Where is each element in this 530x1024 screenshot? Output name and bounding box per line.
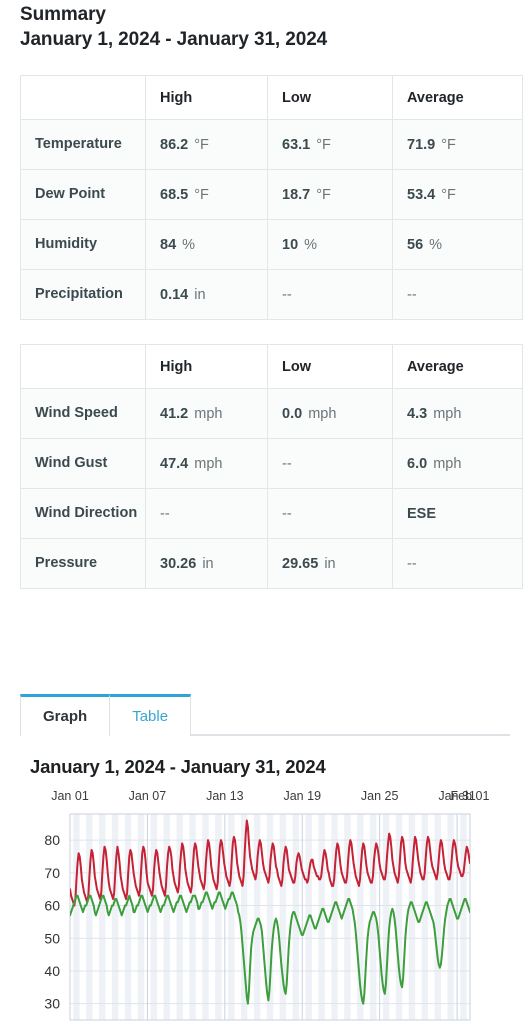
cell-value: ESE bbox=[392, 488, 523, 539]
x-tick-labels: Jan 01 Jan 07 Jan 13 Jan 19 Jan 25 Jan 31Feb … bbox=[51, 789, 489, 803]
cell-value: 10 % bbox=[267, 219, 393, 270]
cell-value: 86.2 °F bbox=[145, 119, 268, 170]
cell-no-data: -- bbox=[267, 438, 393, 489]
col-header-low: Low bbox=[267, 75, 393, 120]
x-tick-label: Jan 01 bbox=[51, 789, 89, 803]
y-tick-label: 40 bbox=[44, 963, 60, 979]
cell-value: 0.14 in bbox=[145, 269, 268, 320]
tab-graph-label: Graph bbox=[43, 708, 88, 725]
view-tabs: Graph Table bbox=[20, 694, 510, 736]
row-label: Humidity bbox=[20, 219, 146, 270]
table-row: Humidity 84 % 10 % 56 % bbox=[20, 219, 523, 270]
cell-value: 6.0 mph bbox=[392, 438, 523, 489]
chart-svg: 30 40 50 60 70 80 Jan 01 Jan 07 Jan 13 Jan 19 Jan … bbox=[44, 789, 490, 1021]
tab-graph[interactable]: Graph bbox=[20, 694, 111, 736]
col-header-average: Average bbox=[392, 344, 523, 389]
x-tick-label: Jan 13 bbox=[206, 789, 244, 803]
summary-label: Summary bbox=[20, 4, 106, 25]
y-tick-label: 50 bbox=[44, 930, 60, 946]
cell-no-data: -- bbox=[392, 269, 523, 320]
row-label: Precipitation bbox=[20, 269, 146, 320]
row-label: Temperature bbox=[20, 119, 146, 170]
x-tick-label: Jan 07 bbox=[129, 789, 167, 803]
row-label: Dew Point bbox=[20, 169, 146, 220]
summary-wind-body: Wind Speed 41.2 mph 0.0 mph 4.3 mph Wind Gus… bbox=[20, 388, 523, 589]
cell-value: 68.5 °F bbox=[145, 169, 268, 220]
cell-value: 29.65 in bbox=[267, 538, 393, 589]
cell-no-data: -- bbox=[267, 488, 393, 539]
col-header-blank bbox=[20, 344, 146, 389]
y-tick-label: 80 bbox=[44, 832, 60, 848]
x-tick-label: Feb 01 bbox=[451, 789, 490, 803]
y-tick-label: 60 bbox=[44, 898, 60, 914]
cell-value: 53.4 °F bbox=[392, 169, 523, 220]
cell-value: 4.3 mph bbox=[392, 388, 523, 439]
cell-value: 18.7 °F bbox=[267, 169, 393, 220]
tab-table-label: Table bbox=[132, 708, 169, 725]
cell-value: 84 % bbox=[145, 219, 268, 270]
table-row: Wind Direction -- -- ESE bbox=[20, 488, 523, 539]
y-tick-label: 30 bbox=[44, 996, 60, 1012]
table-row: Temperature 86.2 °F 63.1 °F 71.9 °F bbox=[20, 119, 523, 170]
row-label: Pressure bbox=[20, 538, 146, 589]
chart-title: January 1, 2024 - January 31, 2024 bbox=[30, 756, 326, 777]
table-row: Precipitation 0.14 in -- -- bbox=[20, 269, 523, 320]
row-label: Wind Direction bbox=[20, 488, 146, 539]
table-row: Pressure 30.26 in 29.65 in -- bbox=[20, 538, 523, 589]
cell-value: 30.26 in bbox=[145, 538, 268, 589]
table-row: Wind Speed 41.2 mph 0.0 mph 4.3 mph bbox=[20, 388, 523, 439]
row-label: Wind Gust bbox=[20, 438, 146, 489]
y-tick-label: 70 bbox=[44, 865, 60, 881]
col-header-high: High bbox=[145, 344, 268, 389]
row-label: Wind Speed bbox=[20, 388, 146, 439]
summary-wind-table: High Low Average Wind Speed 41.2 mph 0.0 m… bbox=[20, 344, 523, 589]
col-header-low: Low bbox=[267, 344, 393, 389]
temperature-dewpoint-chart[interactable]: 30 40 50 60 70 80 Jan 01 Jan 07 Jan 13 Jan 19 Jan … bbox=[0, 786, 530, 1024]
weather-summary-page: Summary January 1, 2024 - January 31, 20… bbox=[0, 0, 530, 1024]
cell-value: 71.9 °F bbox=[392, 119, 523, 170]
cell-no-data: -- bbox=[392, 538, 523, 589]
cell-value: 63.1 °F bbox=[267, 119, 393, 170]
table-row: Dew Point 68.5 °F 18.7 °F 53.4 °F bbox=[20, 169, 523, 220]
cell-no-data: -- bbox=[267, 269, 393, 320]
page-title: Summary January 1, 2024 - January 31, 20… bbox=[20, 2, 327, 52]
col-header-average: Average bbox=[392, 75, 523, 120]
x-tick-label: Jan 19 bbox=[283, 789, 321, 803]
table-header-row: High Low Average bbox=[20, 344, 523, 389]
summary-conditions-table: High Low Average Temperature 86.2 °F 63.1 … bbox=[20, 75, 523, 320]
x-tick-label: Jan 25 bbox=[361, 789, 399, 803]
cell-value: 56 % bbox=[392, 219, 523, 270]
col-header-blank bbox=[20, 75, 146, 120]
table-row: Wind Gust 47.4 mph -- 6.0 mph bbox=[20, 438, 523, 489]
cell-no-data: -- bbox=[145, 488, 268, 539]
tab-table[interactable]: Table bbox=[109, 694, 192, 736]
col-header-high: High bbox=[145, 75, 268, 120]
cell-value: 41.2 mph bbox=[145, 388, 268, 439]
table-header-row: High Low Average bbox=[20, 75, 523, 120]
cell-value: 47.4 mph bbox=[145, 438, 268, 489]
summary-date-range: January 1, 2024 - January 31, 2024 bbox=[20, 29, 328, 51]
cell-value: 0.0 mph bbox=[267, 388, 393, 439]
tabs-filler bbox=[190, 694, 510, 735]
summary-conditions-body: Temperature 86.2 °F 63.1 °F 71.9 °F Dew Poin… bbox=[20, 119, 523, 320]
